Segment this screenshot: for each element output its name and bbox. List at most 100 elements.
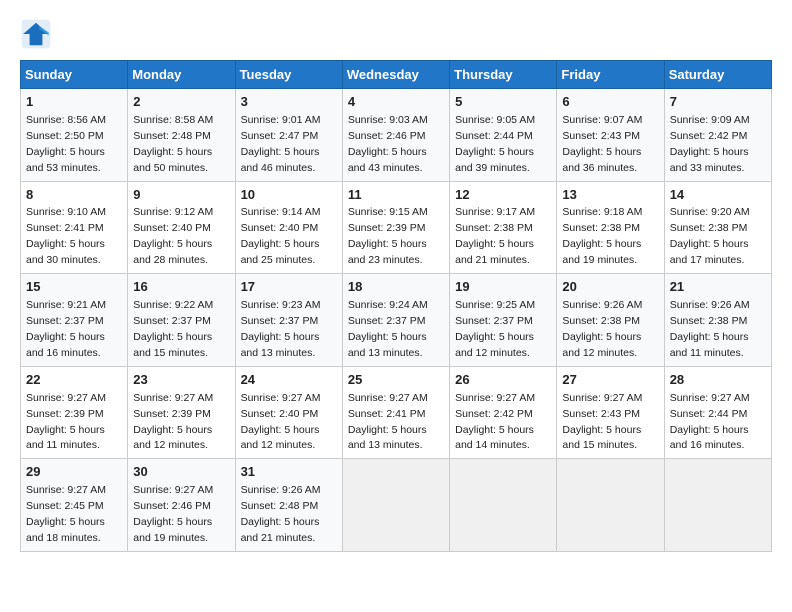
- day-info: Sunrise: 9:26 AM Sunset: 2:48 PM Dayligh…: [241, 484, 321, 544]
- day-number: 1: [26, 93, 122, 112]
- day-number: 20: [562, 278, 658, 297]
- day-info: Sunrise: 9:21 AM Sunset: 2:37 PM Dayligh…: [26, 299, 106, 359]
- day-number: 10: [241, 186, 337, 205]
- day-info: Sunrise: 9:27 AM Sunset: 2:45 PM Dayligh…: [26, 484, 106, 544]
- day-info: Sunrise: 9:12 AM Sunset: 2:40 PM Dayligh…: [133, 206, 213, 266]
- calendar-table: SundayMondayTuesdayWednesdayThursdayFrid…: [20, 60, 772, 552]
- calendar-day-cell: 17 Sunrise: 9:23 AM Sunset: 2:37 PM Dayli…: [235, 274, 342, 367]
- weekday-header-cell: Friday: [557, 61, 664, 89]
- day-number: 6: [562, 93, 658, 112]
- day-info: Sunrise: 8:56 AM Sunset: 2:50 PM Dayligh…: [26, 114, 106, 174]
- weekday-header-cell: Wednesday: [342, 61, 449, 89]
- day-number: 28: [670, 371, 766, 390]
- day-info: Sunrise: 9:27 AM Sunset: 2:42 PM Dayligh…: [455, 392, 535, 452]
- calendar-day-cell: 11Sunrise: 9:15 AM Sunset: 2:39 PM Dayli…: [342, 181, 449, 274]
- weekday-header-cell: Sunday: [21, 61, 128, 89]
- calendar-day-cell: 16 Sunrise: 9:22 AM Sunset: 2:37 PM Dayli…: [128, 274, 235, 367]
- calendar-week-row: 29 Sunrise: 9:27 AM Sunset: 2:45 PM Dayli…: [21, 459, 772, 552]
- day-info: Sunrise: 8:58 AM Sunset: 2:48 PM Dayligh…: [133, 114, 213, 174]
- calendar-day-cell: 27Sunrise: 9:27 AM Sunset: 2:43 PM Dayli…: [557, 366, 664, 459]
- day-number: 24: [241, 371, 337, 390]
- calendar-day-cell: 23Sunrise: 9:27 AM Sunset: 2:39 PM Dayli…: [128, 366, 235, 459]
- weekday-header-row: SundayMondayTuesdayWednesdayThursdayFrid…: [21, 61, 772, 89]
- day-info: Sunrise: 9:07 AM Sunset: 2:43 PM Dayligh…: [562, 114, 642, 174]
- day-info: Sunrise: 9:22 AM Sunset: 2:37 PM Dayligh…: [133, 299, 213, 359]
- day-number: 30: [133, 463, 229, 482]
- day-info: Sunrise: 9:27 AM Sunset: 2:43 PM Dayligh…: [562, 392, 642, 452]
- day-number: 22: [26, 371, 122, 390]
- day-info: Sunrise: 9:26 AM Sunset: 2:38 PM Dayligh…: [670, 299, 750, 359]
- day-number: 25: [348, 371, 444, 390]
- day-info: Sunrise: 9:25 AM Sunset: 2:37 PM Dayligh…: [455, 299, 535, 359]
- calendar-week-row: 1 Sunrise: 8:56 AM Sunset: 2:50 PM Daylig…: [21, 89, 772, 182]
- day-number: 7: [670, 93, 766, 112]
- day-number: 17: [241, 278, 337, 297]
- calendar-day-cell: 30 Sunrise: 9:27 AM Sunset: 2:46 PM Dayli…: [128, 459, 235, 552]
- logo-icon: [20, 18, 52, 50]
- day-info: Sunrise: 9:27 AM Sunset: 2:39 PM Dayligh…: [26, 392, 106, 452]
- day-info: Sunrise: 9:18 AM Sunset: 2:38 PM Dayligh…: [562, 206, 642, 266]
- day-info: Sunrise: 9:14 AM Sunset: 2:40 PM Dayligh…: [241, 206, 321, 266]
- calendar-day-cell: 5Sunrise: 9:05 AM Sunset: 2:44 PM Daylig…: [450, 89, 557, 182]
- calendar-day-cell: 12Sunrise: 9:17 AM Sunset: 2:38 PM Dayli…: [450, 181, 557, 274]
- day-info: Sunrise: 9:20 AM Sunset: 2:38 PM Dayligh…: [670, 206, 750, 266]
- calendar-day-cell: 15Sunrise: 9:21 AM Sunset: 2:37 PM Dayli…: [21, 274, 128, 367]
- weekday-header-cell: Thursday: [450, 61, 557, 89]
- day-info: Sunrise: 9:27 AM Sunset: 2:44 PM Dayligh…: [670, 392, 750, 452]
- calendar-day-cell: 2Sunrise: 8:58 AM Sunset: 2:48 PM Daylig…: [128, 89, 235, 182]
- calendar-day-cell: 3Sunrise: 9:01 AM Sunset: 2:47 PM Daylig…: [235, 89, 342, 182]
- day-number: 14: [670, 186, 766, 205]
- day-info: Sunrise: 9:05 AM Sunset: 2:44 PM Dayligh…: [455, 114, 535, 174]
- calendar-day-cell: 26 Sunrise: 9:27 AM Sunset: 2:42 PM Dayli…: [450, 366, 557, 459]
- calendar-day-cell: 21 Sunrise: 9:26 AM Sunset: 2:38 PM Dayli…: [664, 274, 771, 367]
- day-info: Sunrise: 9:27 AM Sunset: 2:40 PM Dayligh…: [241, 392, 321, 452]
- calendar-day-cell: 7 Sunrise: 9:09 AM Sunset: 2:42 PM Daylig…: [664, 89, 771, 182]
- day-number: 19: [455, 278, 551, 297]
- header: [20, 18, 772, 50]
- day-info: Sunrise: 9:09 AM Sunset: 2:42 PM Dayligh…: [670, 114, 750, 174]
- calendar-week-row: 15Sunrise: 9:21 AM Sunset: 2:37 PM Dayli…: [21, 274, 772, 367]
- day-info: Sunrise: 9:23 AM Sunset: 2:37 PM Dayligh…: [241, 299, 321, 359]
- day-number: 13: [562, 186, 658, 205]
- calendar-day-cell: 6 Sunrise: 9:07 AM Sunset: 2:43 PM Daylig…: [557, 89, 664, 182]
- day-number: 3: [241, 93, 337, 112]
- calendar-day-cell: 24 Sunrise: 9:27 AM Sunset: 2:40 PM Dayli…: [235, 366, 342, 459]
- day-info: Sunrise: 9:17 AM Sunset: 2:38 PM Dayligh…: [455, 206, 535, 266]
- weekday-header-cell: Monday: [128, 61, 235, 89]
- day-number: 31: [241, 463, 337, 482]
- calendar-day-cell: 14Sunrise: 9:20 AM Sunset: 2:38 PM Dayli…: [664, 181, 771, 274]
- day-info: Sunrise: 9:27 AM Sunset: 2:46 PM Dayligh…: [133, 484, 213, 544]
- calendar-day-cell: 22 Sunrise: 9:27 AM Sunset: 2:39 PM Dayli…: [21, 366, 128, 459]
- day-number: 12: [455, 186, 551, 205]
- calendar-day-cell: [664, 459, 771, 552]
- calendar-day-cell: 25 Sunrise: 9:27 AM Sunset: 2:41 PM Dayli…: [342, 366, 449, 459]
- day-info: Sunrise: 9:27 AM Sunset: 2:39 PM Dayligh…: [133, 392, 213, 452]
- day-number: 21: [670, 278, 766, 297]
- day-info: Sunrise: 9:10 AM Sunset: 2:41 PM Dayligh…: [26, 206, 106, 266]
- day-number: 11: [348, 186, 444, 205]
- calendar-week-row: 8Sunrise: 9:10 AM Sunset: 2:41 PM Daylig…: [21, 181, 772, 274]
- calendar-day-cell: 10Sunrise: 9:14 AM Sunset: 2:40 PM Dayli…: [235, 181, 342, 274]
- day-number: 8: [26, 186, 122, 205]
- day-number: 18: [348, 278, 444, 297]
- calendar-day-cell: 31 Sunrise: 9:26 AM Sunset: 2:48 PM Dayli…: [235, 459, 342, 552]
- calendar-day-cell: 18 Sunrise: 9:24 AM Sunset: 2:37 PM Dayli…: [342, 274, 449, 367]
- calendar-day-cell: 20Sunrise: 9:26 AM Sunset: 2:38 PM Dayli…: [557, 274, 664, 367]
- calendar-page: SundayMondayTuesdayWednesdayThursdayFrid…: [0, 0, 792, 562]
- calendar-body: 1 Sunrise: 8:56 AM Sunset: 2:50 PM Daylig…: [21, 89, 772, 552]
- calendar-week-row: 22 Sunrise: 9:27 AM Sunset: 2:39 PM Dayli…: [21, 366, 772, 459]
- day-number: 29: [26, 463, 122, 482]
- calendar-day-cell: 4Sunrise: 9:03 AM Sunset: 2:46 PM Daylig…: [342, 89, 449, 182]
- day-number: 26: [455, 371, 551, 390]
- calendar-day-cell: [450, 459, 557, 552]
- day-info: Sunrise: 9:24 AM Sunset: 2:37 PM Dayligh…: [348, 299, 428, 359]
- calendar-day-cell: 13Sunrise: 9:18 AM Sunset: 2:38 PM Dayli…: [557, 181, 664, 274]
- calendar-day-cell: 29 Sunrise: 9:27 AM Sunset: 2:45 PM Dayli…: [21, 459, 128, 552]
- calendar-day-cell: 28 Sunrise: 9:27 AM Sunset: 2:44 PM Dayli…: [664, 366, 771, 459]
- calendar-day-cell: 9Sunrise: 9:12 AM Sunset: 2:40 PM Daylig…: [128, 181, 235, 274]
- weekday-header-cell: Tuesday: [235, 61, 342, 89]
- day-number: 16: [133, 278, 229, 297]
- day-info: Sunrise: 9:27 AM Sunset: 2:41 PM Dayligh…: [348, 392, 428, 452]
- weekday-header-cell: Saturday: [664, 61, 771, 89]
- calendar-day-cell: [342, 459, 449, 552]
